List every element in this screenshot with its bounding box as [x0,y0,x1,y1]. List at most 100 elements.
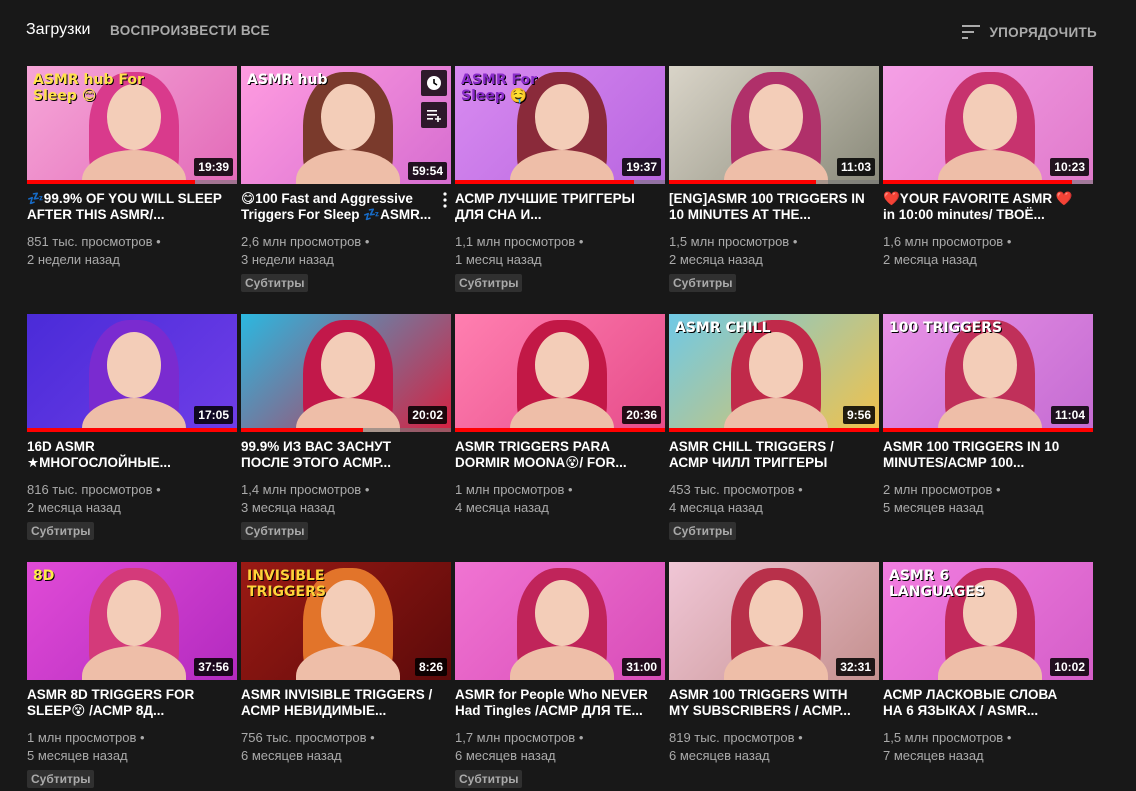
duration-badge: 59:54 [408,162,447,180]
view-count: 453 тыс. просмотров • [669,481,879,499]
video-card[interactable]: ASMR CHILL 9:56 ASMR CHILL TRIGGERS / АСМР… [669,314,879,562]
video-meta: 💤99.9% OF YOU WILL SLEEP AFTER THIS ASMR… [27,191,237,269]
upload-age: 4 месяца назад [455,500,549,515]
video-title[interactable]: ASMR 100 TRIGGERS WITH MY SUBSCRIBERS / … [669,687,879,721]
view-count-text: 816 тыс. просмотров [27,482,153,497]
upload-age: 2 месяца назад [669,252,763,267]
separator-dot: • [1003,234,1012,249]
video-title[interactable]: 💤99.9% OF YOU WILL SLEEP AFTER THIS ASMR… [27,191,237,225]
video-title[interactable]: ❤️YOUR FAVORITE ASMR ❤️in 10:00 minutes/… [883,191,1093,225]
video-title[interactable]: ASMR INVISIBLE TRIGGERS / АСМР НЕВИДИМЫЕ… [241,687,451,721]
view-count-text: 1,6 млн просмотров [883,234,1004,249]
video-card[interactable]: 8D 37:56 ASMR 8D TRIGGERS FOR SLEEP😵 /АСМР… [27,562,237,791]
add-to-queue-button[interactable] [421,102,447,128]
watch-progress-bar [669,428,879,432]
video-card[interactable]: ASMR For Sleep 🤤 19:37 АСМР ЛУЧШИЕ ТРИГГЕР… [455,66,665,314]
video-title[interactable]: [ENG]ASMR 100 TRIGGERS IN 10 MINUTES AT … [669,191,879,225]
video-card[interactable]: 17:05 16D ASMR ★МНОГОСЛОЙНЫЕ... 816 тыс. п… [27,314,237,562]
duration-badge: 19:37 [622,158,661,176]
separator-dot: • [361,482,370,497]
video-thumbnail[interactable]: 20:36 [455,314,665,432]
view-count: 1 млн просмотров • [455,481,665,499]
view-count-text: 851 тыс. просмотров [27,234,153,249]
video-thumbnail[interactable]: 10:23 [883,66,1093,184]
video-stats: 1 млн просмотров • 4 месяца назад [455,481,665,517]
duration-badge: 9:56 [842,406,875,424]
video-thumbnail[interactable]: 8D 37:56 [27,562,237,680]
video-thumbnail[interactable]: 32:31 [669,562,879,680]
video-title[interactable]: 16D ASMR ★МНОГОСЛОЙНЫЕ... [27,439,237,473]
video-title[interactable]: ASMR 100 TRIGGERS IN 10 MINUTES/АСМР 100… [883,439,1093,473]
video-card[interactable]: 20:02 99.9% ИЗ ВАС ЗАСНУТ ПОСЛЕ ЭТОГО АСМ… [241,314,451,562]
view-count: 1,1 млн просмотров • [455,233,665,251]
video-stats: 453 тыс. просмотров • 4 месяца назад [669,481,879,517]
video-thumbnail[interactable]: 20:02 [241,314,451,432]
duration-badge: 10:23 [1050,158,1089,176]
duration-badge: 32:31 [836,658,875,676]
video-title[interactable]: ASMR CHILL TRIGGERS / АСМР ЧИЛЛ ТРИГГЕРЫ [669,439,879,473]
view-count-text: 2,6 млн просмотров [241,234,362,249]
thumbnail-text: ASMR 6 LANGUAGES [889,568,985,600]
upload-age: 1 месяц назад [455,252,542,267]
video-card[interactable]: 20:36 ASMR TRIGGERS PARA DORMIR MOONA😵/ F… [455,314,665,562]
video-card[interactable]: 32:31 ASMR 100 TRIGGERS WITH MY SUBSCRIBE… [669,562,879,791]
watch-progress-bar [883,428,1093,432]
video-card[interactable]: INVISIBLE TRIGGERS 8:26 ASMR INVISIBLE TRI… [241,562,451,791]
video-thumbnail[interactable]: ASMR hub 59:54 [241,66,451,184]
video-card[interactable]: 11:03 [ENG]ASMR 100 TRIGGERS IN 10 MINUTE… [669,66,879,314]
video-thumbnail[interactable]: 100 TRIGGERS 11:04 [883,314,1093,432]
subtitles-badge: Субтитры [241,522,309,540]
video-meta: [ENG]ASMR 100 TRIGGERS IN 10 MINUTES AT … [669,191,879,292]
video-meta: ASMR for People Who NEVER Had Tingles /А… [455,687,665,788]
watch-progress-bar [883,180,1072,184]
video-title[interactable]: ASMR TRIGGERS PARA DORMIR MOONA😵/ FOR... [455,439,665,473]
video-thumbnail[interactable]: ASMR For Sleep 🤤 19:37 [455,66,665,184]
video-thumbnail[interactable]: 17:05 [27,314,237,432]
watch-later-button[interactable] [421,70,447,96]
sort-button[interactable]: УПОРЯДОЧИТЬ [959,20,1097,44]
video-stats: 851 тыс. просмотров • 2 недели назад [27,233,237,269]
video-title[interactable]: АСМР ЛУЧШИЕ ТРИГГЕРЫ ДЛЯ СНА И... [455,191,665,225]
video-thumbnail[interactable]: 11:03 [669,66,879,184]
video-card[interactable]: 100 TRIGGERS 11:04 ASMR 100 TRIGGERS IN 10… [883,314,1093,562]
more-actions-icon[interactable] [439,191,451,209]
video-title[interactable]: 😋100 Fast and Aggressive Triggers For Sl… [241,191,451,225]
video-card[interactable]: ASMR hub For Sleep 😊 19:39 💤99.9% OF YOU W… [27,66,237,314]
video-thumbnail[interactable]: ASMR CHILL 9:56 [669,314,879,432]
video-stats: 1,1 млн просмотров • 1 месяц назад [455,233,665,269]
video-stats: 2,6 млн просмотров • 3 недели назад [241,233,451,269]
duration-badge: 11:04 [1050,406,1089,424]
upload-age: 3 недели назад [241,252,334,267]
duration-badge: 10:02 [1050,658,1089,676]
view-count-text: 453 тыс. просмотров [669,482,795,497]
thumbnail-text: 100 TRIGGERS [889,320,1003,336]
video-card[interactable]: 31:00 ASMR for People Who NEVER Had Tingl… [455,562,665,791]
video-thumbnail[interactable]: ASMR 6 LANGUAGES 10:02 [883,562,1093,680]
video-title[interactable]: 99.9% ИЗ ВАС ЗАСНУТ ПОСЛЕ ЭТОГО АСМР... [241,439,451,473]
video-thumbnail[interactable]: ASMR hub For Sleep 😊 19:39 [27,66,237,184]
video-thumbnail[interactable]: INVISIBLE TRIGGERS 8:26 [241,562,451,680]
subtitles-badge: Субтитры [241,274,309,292]
upload-age: 6 месяцев назад [669,748,770,763]
video-card[interactable]: ASMR 6 LANGUAGES 10:02 АСМР ЛАСКОВЫЕ СЛОВА… [883,562,1093,791]
thumbnail-text: ASMR hub For Sleep 😊 [33,72,144,104]
video-card[interactable]: 10:23 ❤️YOUR FAVORITE ASMR ❤️in 10:00 min… [883,66,1093,314]
separator-dot: • [152,482,161,497]
view-count-text: 1 млн просмотров [455,482,565,497]
sort-label: УПОРЯДОЧИТЬ [989,24,1097,40]
video-title[interactable]: АСМР ЛАСКОВЫЕ СЛОВА НА 6 ЯЗЫКАХ / ASMR..… [883,687,1093,721]
video-card[interactable]: ASMR hub 59:54 😋100 Fast and Aggressive Tr… [241,66,451,314]
video-stats: 819 тыс. просмотров • 6 месяцев назад [669,729,879,765]
subtitles-badge: Субтитры [27,522,95,540]
thumbnail-text: ASMR hub [247,72,328,88]
separator-dot: • [789,234,798,249]
video-title[interactable]: ASMR 8D TRIGGERS FOR SLEEP😵 /АСМР 8Д... [27,687,237,721]
thumbnail-face-shape [321,84,375,150]
thumbnail-text: 8D [33,568,55,584]
view-count-text: 1,4 млн просмотров [241,482,362,497]
play-all-button[interactable]: ВОСПРОИЗВЕСТИ ВСЕ [110,23,270,38]
duration-badge: 37:56 [194,658,233,676]
sort-icon [962,25,981,39]
video-thumbnail[interactable]: 31:00 [455,562,665,680]
video-title[interactable]: ASMR for People Who NEVER Had Tingles /А… [455,687,665,721]
